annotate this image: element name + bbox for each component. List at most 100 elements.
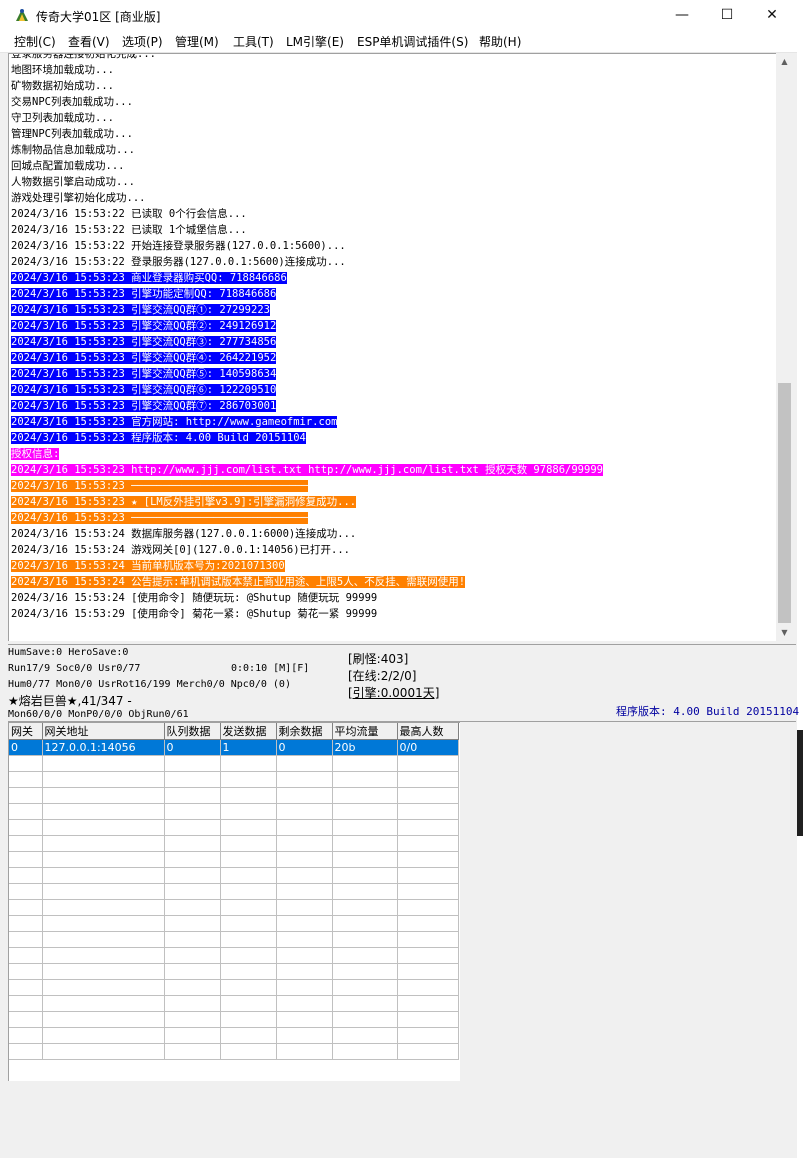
title-bar[interactable]: 传奇大学01区 [商业版] — ☐ ✕ xyxy=(0,0,797,30)
scroll-up-icon[interactable]: ▲ xyxy=(776,53,793,70)
log-line-text: 2024/3/16 15:53:23 ─────────────────────… xyxy=(11,480,309,492)
maximize-button[interactable]: ☐ xyxy=(704,0,750,30)
main-window: 传奇大学01区 [商业版] — ☐ ✕ 控制(C) 查看(V) 选项(P) 管理… xyxy=(0,0,799,1158)
status-hum: Hum0/77 Mon0/0 UsrRot16/199 Merch0/0 Npc… xyxy=(8,679,291,690)
table-cell xyxy=(9,787,43,804)
table-cell: 20b xyxy=(332,739,398,756)
table-row-empty xyxy=(9,803,459,820)
menu-help[interactable]: 帮助(H) xyxy=(479,33,521,50)
column-header[interactable]: 发送数据 xyxy=(220,723,277,740)
table-row-empty xyxy=(9,963,459,980)
table-row-empty xyxy=(9,1027,459,1044)
table-cell xyxy=(332,819,398,836)
table-cell xyxy=(9,835,43,852)
log-line-text: 2024/3/16 15:53:23 http://www.jjj.com/li… xyxy=(11,464,603,476)
table-cell xyxy=(397,755,459,772)
table-cell xyxy=(164,771,221,788)
table-cell xyxy=(332,867,398,884)
status-timer: 0:0:10 [M][F] xyxy=(231,663,310,674)
menu-bar: 控制(C) 查看(V) 选项(P) 管理(M) 工具(T) LM引擎(E) ES… xyxy=(0,30,797,53)
column-header[interactable]: 最高人数 xyxy=(397,723,459,740)
log-line-text: 守卫列表加载成功... xyxy=(11,112,114,124)
table-cell xyxy=(220,755,277,772)
minimize-button[interactable]: — xyxy=(659,0,705,30)
table-cell xyxy=(220,979,277,996)
table-row-empty xyxy=(9,931,459,948)
table-cell xyxy=(397,1043,459,1060)
table-cell xyxy=(276,835,333,852)
table-cell xyxy=(9,915,43,932)
log-line: 2024/3/16 15:53:23 ─────────────────────… xyxy=(11,478,309,494)
table-cell xyxy=(42,851,165,868)
table-cell xyxy=(42,1027,165,1044)
table-row-empty xyxy=(9,899,459,916)
log-line-text: 2024/3/16 15:53:24 游戏网关[0](127.0.0.1:140… xyxy=(11,544,351,556)
column-header[interactable]: 网关地址 xyxy=(42,723,165,740)
log-scrollbar[interactable]: ▲ ▼ xyxy=(776,53,793,641)
table-cell xyxy=(9,771,43,788)
table-cell xyxy=(332,1027,398,1044)
table-cell xyxy=(397,803,459,820)
table-cell xyxy=(220,803,277,820)
table-cell xyxy=(397,771,459,788)
table-cell xyxy=(276,995,333,1012)
column-header[interactable]: 队列数据 xyxy=(164,723,221,740)
log-line: 游戏处理引擎初始化成功... xyxy=(11,190,145,206)
table-cell xyxy=(332,835,398,852)
table-row-empty xyxy=(9,835,459,852)
table-cell xyxy=(332,803,398,820)
menu-lm-engine[interactable]: LM引擎(E) xyxy=(286,33,344,50)
log-line-text: 2024/3/16 15:53:22 登录服务器(127.0.0.1:5600)… xyxy=(11,256,346,268)
table-cell xyxy=(220,947,277,964)
table-cell xyxy=(332,963,398,980)
log-line: 2024/3/16 15:53:23 http://www.jjj.com/li… xyxy=(11,462,603,478)
column-header[interactable]: 剩余数据 xyxy=(276,723,333,740)
log-line: 2024/3/16 15:53:23 引擎交流QQ群③: 277734856 xyxy=(11,334,277,350)
table-cell xyxy=(276,915,333,932)
table-cell xyxy=(42,819,165,836)
column-header[interactable]: 平均流量 xyxy=(332,723,398,740)
menu-control[interactable]: 控制(C) xyxy=(14,33,56,50)
log-line: 登录服务器连接初始化完成... xyxy=(11,54,156,62)
log-line: 2024/3/16 15:53:22 登录服务器(127.0.0.1:5600)… xyxy=(11,254,346,270)
log-line: 回城点配置加载成功... xyxy=(11,158,124,174)
log-line-text: 2024/3/16 15:53:23 官方网站: http://www.game… xyxy=(11,416,338,428)
table-row-empty xyxy=(9,979,459,996)
status-panel: HumSave:0 HeroSave:0 Run17/9 Soc0/0 Usr0… xyxy=(8,644,799,722)
status-boss: ★熔岩巨兽★,41/347 - xyxy=(8,694,132,708)
table-cell xyxy=(276,1011,333,1028)
table-cell xyxy=(164,1043,221,1060)
table-cell xyxy=(220,819,277,836)
table-cell xyxy=(332,771,398,788)
table-cell xyxy=(276,803,333,820)
table-cell xyxy=(164,755,221,772)
column-header[interactable]: 网关 xyxy=(9,723,43,740)
background-window-right xyxy=(797,0,803,1158)
table-row-empty xyxy=(9,819,459,836)
log-line: 2024/3/16 15:53:23 引擎交流QQ群④: 264221952 xyxy=(11,350,277,366)
menu-esp-plugin[interactable]: ESP单机调试插件(S) xyxy=(357,33,468,50)
menu-options[interactable]: 选项(P) xyxy=(122,33,163,50)
table-cell xyxy=(42,915,165,932)
table-cell xyxy=(332,915,398,932)
log-line: 2024/3/16 15:53:22 已读取 1个城堡信息... xyxy=(11,222,247,238)
table-cell xyxy=(164,835,221,852)
menu-tools[interactable]: 工具(T) xyxy=(233,33,274,50)
status-save: HumSave:0 HeroSave:0 xyxy=(8,647,129,658)
log-output[interactable]: 登录服务器连接初始化完成... 地图环境加载成功... 矿物数据初始成功... 交易N… xyxy=(8,53,777,641)
log-line: 2024/3/16 15:53:23 ★ [LM反外挂引擎v3.9]:引擎漏洞修… xyxy=(11,494,357,510)
close-button[interactable]: ✕ xyxy=(749,0,795,30)
status-mon: Mon60/0/0 MonP0/0/0 ObjRun0/61 xyxy=(8,709,189,720)
table-cell xyxy=(397,867,459,884)
scroll-down-icon[interactable]: ▼ xyxy=(776,624,793,641)
table-cell xyxy=(397,1011,459,1028)
menu-manage[interactable]: 管理(M) xyxy=(175,33,219,50)
log-line: 2024/3/16 15:53:22 开始连接登录服务器(127.0.0.1:5… xyxy=(11,238,346,254)
table-cell xyxy=(397,883,459,900)
table-row[interactable]: 0 127.0.0.1:14056 0 1 0 20b 0/0 xyxy=(9,739,459,756)
menu-view[interactable]: 查看(V) xyxy=(68,33,110,50)
table-row-empty xyxy=(9,947,459,964)
scroll-thumb[interactable] xyxy=(778,383,791,623)
log-line: 2024/3/16 15:53:23 ─────────────────────… xyxy=(11,510,309,526)
table-cell xyxy=(397,819,459,836)
